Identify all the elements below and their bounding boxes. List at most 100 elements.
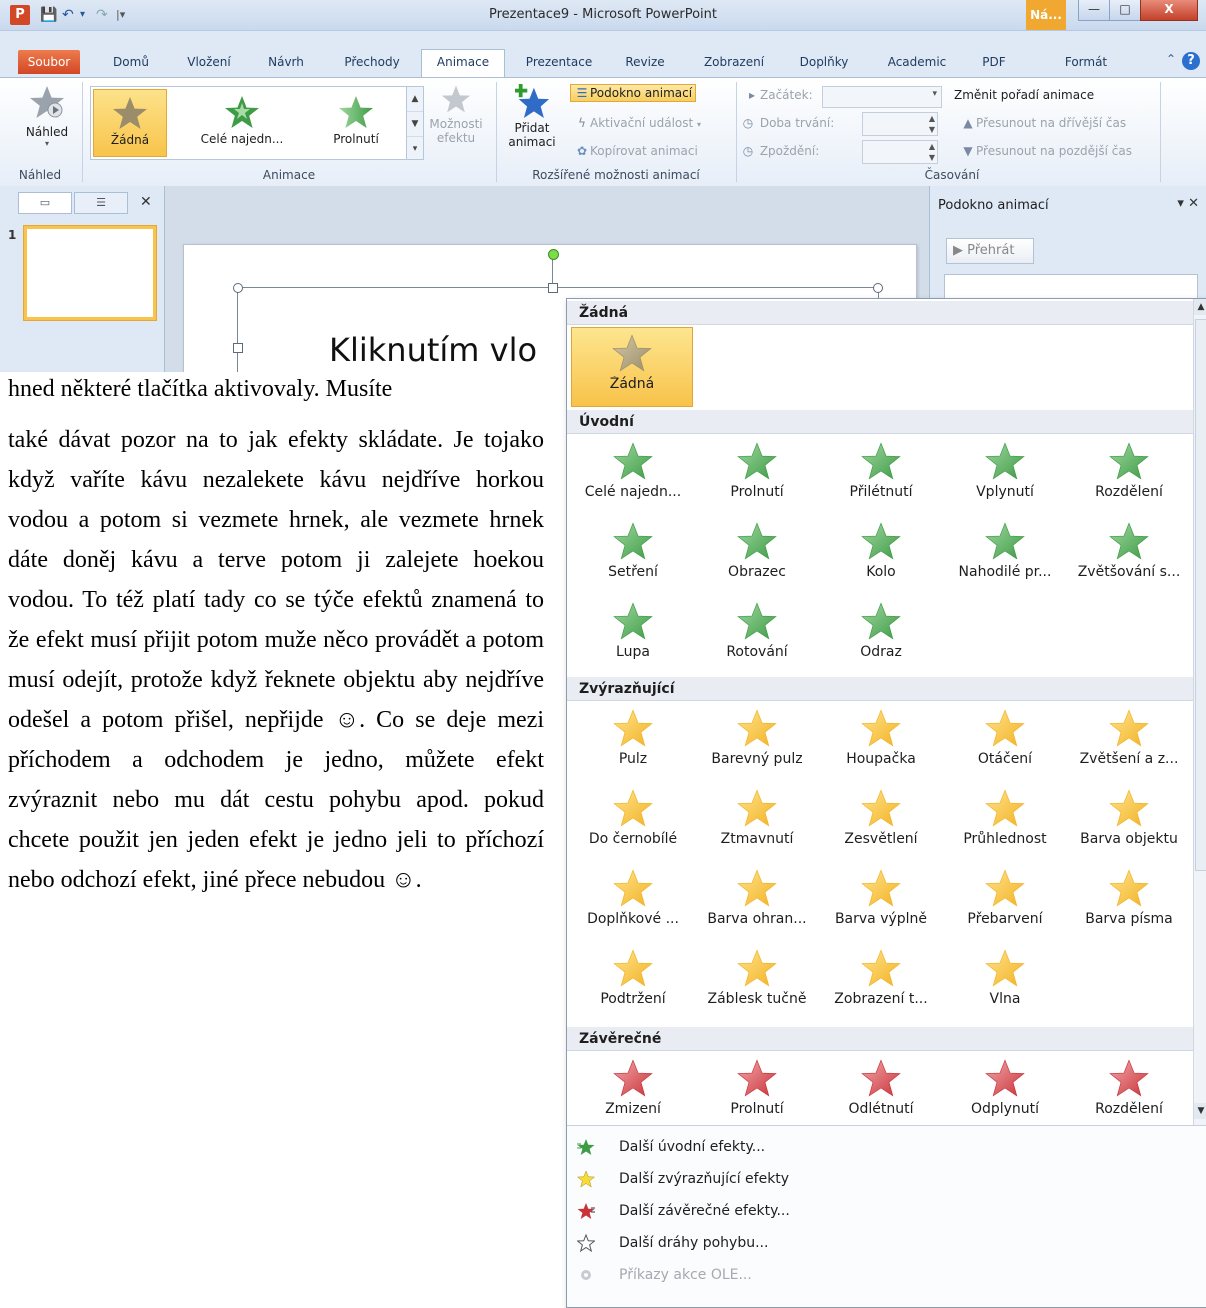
effect-emphasis-barevny-pulz[interactable]: Barevný pulz <box>695 703 819 781</box>
effect-emphasis-zvetseni-a-z[interactable]: Zvětšení a z... <box>1067 703 1191 781</box>
effect-emphasis-barva-pisma[interactable]: Barva písma <box>1067 863 1191 941</box>
tab-doplnky[interactable]: Doplňky <box>792 50 856 74</box>
context-tab-label[interactable]: Ná... <box>1026 0 1066 30</box>
effect-emphasis-vlna[interactable]: Vlna <box>943 943 1067 1021</box>
effect-entrance-vplynuti[interactable]: Vplynutí <box>943 436 1067 514</box>
effect-emphasis-pulz[interactable]: Pulz <box>571 703 695 781</box>
effect-emphasis-ztmavnuti[interactable]: Ztmavnutí <box>695 783 819 861</box>
animation-painter-button[interactable]: ✿ Kopírovat animaci <box>574 144 698 158</box>
tab-academic[interactable]: Academic <box>880 50 954 74</box>
rotate-handle[interactable] <box>548 249 559 260</box>
play-button[interactable]: ▶ Přehrát <box>946 238 1034 264</box>
effect-emphasis-zesvetleni[interactable]: Zesvětlení <box>819 783 943 861</box>
effect-entrance-rotovani[interactable]: Rotování <box>695 596 819 674</box>
move-earlier-button[interactable]: ▲ Přesunout na dřívější čas <box>960 116 1126 130</box>
pane-menu-icon[interactable]: ▾ <box>1177 196 1184 211</box>
gallery-down-icon[interactable]: ▼ <box>407 112 423 137</box>
effect-entrance-prolnuti[interactable]: Prolnutí <box>695 436 819 514</box>
resize-handle[interactable] <box>548 283 558 293</box>
help-icon[interactable]: ? <box>1182 52 1200 70</box>
effect-emphasis-zablesk-tucne[interactable]: Záblesk tučně <box>695 943 819 1021</box>
effect-emphasis-do-cernobile[interactable]: Do černobílé <box>571 783 695 861</box>
tab-vlozeni[interactable]: Vložení <box>178 50 240 74</box>
add-animation-button[interactable]: Přidat animaci <box>502 84 562 149</box>
slides-tab-icon[interactable]: ▭ <box>18 192 72 214</box>
tab-animace[interactable]: Animace <box>421 49 505 77</box>
effect-exit-zmizeni[interactable]: Zmizení <box>571 1053 695 1131</box>
effect-emphasis-zobrazeni-t[interactable]: Zobrazení t... <box>819 943 943 1021</box>
effect-emphasis-prebarveni[interactable]: Přebarvení <box>943 863 1067 941</box>
gallery-item-fade[interactable]: Prolnutí <box>313 89 399 155</box>
resize-handle[interactable] <box>233 283 243 293</box>
more-emphasis-effects[interactable]: Další zvýrazňující efekty <box>567 1164 1206 1194</box>
start-dropdown[interactable]: ▾ <box>822 86 942 108</box>
effect-none-zadna[interactable]: Žádná <box>571 327 693 407</box>
slide-thumbnail[interactable] <box>24 226 156 320</box>
effect-emphasis-barva-ohran[interactable]: Barva ohran... <box>695 863 819 941</box>
effect-exit-prolnuti[interactable]: Prolnutí <box>695 1053 819 1131</box>
tab-zobrazeni[interactable]: Zobrazení <box>696 50 772 74</box>
effect-entrance-nahodile-pr[interactable]: Nahodilé pr... <box>943 516 1067 594</box>
effect-emphasis-podtrzeni[interactable]: Podtržení <box>571 943 695 1021</box>
minimize-button[interactable]: — <box>1078 0 1110 21</box>
maximize-button[interactable]: □ <box>1109 0 1141 21</box>
effect-exit-odletnuti[interactable]: Odlétnutí <box>819 1053 943 1131</box>
effect-emphasis-houpacka[interactable]: Houpačka <box>819 703 943 781</box>
section-header-exit: Závěrečné <box>567 1027 1193 1051</box>
gallery-dropdown-scrollbar[interactable]: ▲ ▼ <box>1193 299 1206 1125</box>
pane-close-icon[interactable]: ✕ <box>1188 196 1199 211</box>
effect-entrance-lupa[interactable]: Lupa <box>571 596 695 674</box>
minimize-ribbon-icon[interactable]: ⌃ <box>1166 52 1176 66</box>
outline-tab-icon[interactable]: ☰ <box>74 192 128 214</box>
effect-emphasis-pruhlednost[interactable]: Průhlednost <box>943 783 1067 861</box>
move-later-button[interactable]: ▼ Přesunout na pozdější čas <box>960 144 1132 158</box>
gallery-scrollbar[interactable]: ▲ ▼ ▾ <box>406 86 424 160</box>
effect-entrance-kolo[interactable]: Kolo <box>819 516 943 594</box>
effect-options-button[interactable]: Možnosti efektu <box>424 84 488 145</box>
more-entrance-label: Další úvodní efekty... <box>619 1139 766 1155</box>
gallery-more-icon[interactable]: ▾ <box>407 137 423 161</box>
effect-entrance-rozdeleni[interactable]: Rozdělení <box>1067 436 1191 514</box>
effect-exit-rozdeleni[interactable]: Rozdělení <box>1067 1053 1191 1131</box>
effect-emphasis-doplnkove[interactable]: Doplňkové ... <box>571 863 695 941</box>
tab-prechody[interactable]: Přechody <box>336 50 408 74</box>
delay-spinner[interactable]: ▲ ▼ <box>862 140 938 164</box>
effect-entrance-zvetsovani-s[interactable]: Zvětšování s... <box>1067 516 1191 594</box>
more-motion-paths[interactable]: Další dráhy pohybu... <box>567 1228 1206 1258</box>
resize-handle[interactable] <box>233 343 243 353</box>
effect-entrance-setreni[interactable]: Setření <box>571 516 695 594</box>
resize-handle[interactable] <box>873 283 883 293</box>
animation-pane-button[interactable]: ☰ Podokno animací <box>570 84 697 102</box>
close-panel-icon[interactable]: ✕ <box>140 194 152 210</box>
effect-entrance-obrazec[interactable]: Obrazec <box>695 516 819 594</box>
tab-domu[interactable]: Domů <box>104 50 158 74</box>
effect-emphasis-otaceni[interactable]: Otáčení <box>943 703 1067 781</box>
effect-entrance-priletnuti[interactable]: Přilétnutí <box>819 436 943 514</box>
trigger-button[interactable]: ϟ Aktivační událost ▾ <box>574 116 701 130</box>
scroll-up-icon[interactable]: ▲ <box>1194 299 1206 315</box>
tab-soubor[interactable]: Soubor <box>18 50 80 74</box>
effect-entrance-cele-najedn[interactable]: Celé najedn... <box>571 436 695 514</box>
more-exit-effects[interactable]: Další závěrečné efekty... <box>567 1196 1206 1226</box>
ole-action-commands[interactable]: Příkazy akce OLE... <box>567 1260 1206 1290</box>
more-entrance-effects[interactable]: Další úvodní efekty... <box>567 1132 1206 1162</box>
close-button[interactable]: X <box>1140 0 1198 21</box>
tab-navrh[interactable]: Návrh <box>260 50 312 74</box>
duration-spinner[interactable]: ▲ ▼ <box>862 112 938 136</box>
tab-revize[interactable]: Revize <box>618 50 672 74</box>
gallery-up-icon[interactable]: ▲ <box>407 87 423 112</box>
tab-prezentace[interactable]: Prezentace <box>516 50 602 74</box>
preview-button[interactable]: Náhled ▾ <box>22 84 72 148</box>
scrollbar-thumb[interactable] <box>1195 319 1206 871</box>
effect-emphasis-barva-objektu[interactable]: Barva objektu <box>1067 783 1191 861</box>
gallery-item-appear[interactable]: Celé najedn... <box>187 89 297 155</box>
effect-emphasis-barva-vyplne[interactable]: Barva výplně <box>819 863 943 941</box>
effect-exit-odplynuti[interactable]: Odplynutí <box>943 1053 1067 1131</box>
gallery-item-none[interactable]: Žádná <box>93 89 167 157</box>
tab-format[interactable]: Formát <box>1026 50 1146 74</box>
tab-pdf[interactable]: PDF <box>974 50 1014 74</box>
effect-label: Barva ohran... <box>707 911 807 927</box>
scroll-down-icon[interactable]: ▼ <box>1194 1103 1206 1119</box>
effect-entrance-odraz[interactable]: Odraz <box>819 596 943 674</box>
slide-title-text[interactable]: Kliknutím vlo <box>329 331 537 369</box>
